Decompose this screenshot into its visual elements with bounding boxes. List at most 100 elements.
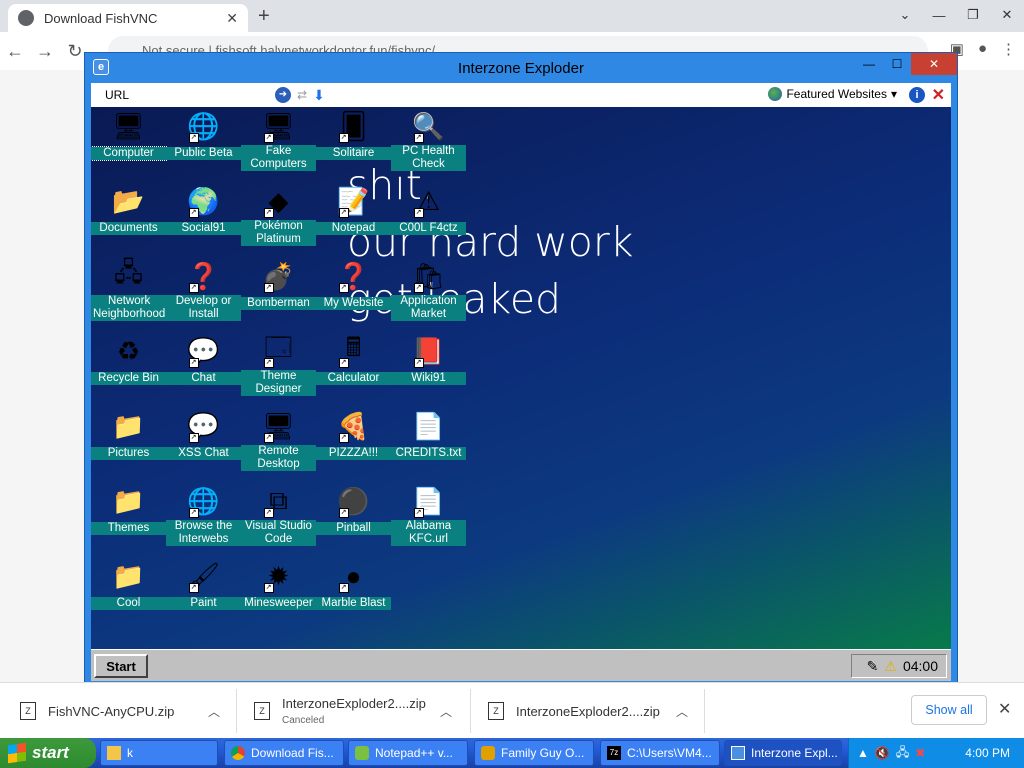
inner-start-button[interactable]: Start bbox=[94, 654, 148, 678]
task-folder[interactable]: k bbox=[100, 740, 218, 766]
desktop-icon-label: Fake Computers bbox=[241, 145, 316, 171]
network-icon[interactable]: 🖧 bbox=[896, 743, 909, 764]
shortcut-arrow-icon: ↗ bbox=[188, 508, 199, 518]
new-tab-button[interactable]: + bbox=[258, 5, 270, 28]
desktop-icon-label: Themes bbox=[91, 522, 166, 535]
url-input[interactable]: URL bbox=[105, 88, 275, 102]
desktop-icon-solitaire[interactable]: 🂠 ↗ Solitaire bbox=[316, 109, 391, 161]
desktop-icon-xss-chat[interactable]: 💬 ↗ XSS Chat bbox=[166, 409, 241, 461]
desktop-icon-credits-txt[interactable]: 📄 CREDITS.txt bbox=[391, 409, 466, 461]
desktop-icon-label: Chat bbox=[166, 372, 241, 385]
app-icon: 🍕 ↗ bbox=[337, 410, 370, 443]
desktop-icon-marble-blast[interactable]: ● ↗ Marble Blast bbox=[316, 559, 391, 611]
shortcut-arrow-icon: ↗ bbox=[188, 208, 199, 218]
menu-icon[interactable]: ⋮ bbox=[1001, 40, 1016, 58]
tab-search-button[interactable]: ⌄ bbox=[888, 0, 922, 30]
refresh-icon[interactable]: ⇄ bbox=[297, 88, 307, 102]
download-item[interactable]: Z InterzoneExploder2....zip ︿ bbox=[488, 683, 702, 739]
ie-close-button[interactable]: ✕ bbox=[911, 53, 957, 75]
task-notepadpp[interactable]: Notepad++ v... bbox=[348, 740, 468, 766]
volume-muted-icon[interactable]: 🔇 bbox=[875, 746, 890, 760]
desktop-icon-public-beta[interactable]: 🌐 ↗ Public Beta bbox=[166, 109, 241, 161]
desktop-icon-network-neighborhood[interactable]: 🖧 Network Neighborhood bbox=[91, 257, 168, 322]
desktop-icon-chat[interactable]: 💬 ↗ Chat bbox=[166, 334, 241, 386]
desktop-icon-pictures[interactable]: 📁 Pictures bbox=[91, 409, 166, 461]
browser-tab[interactable]: Download FishVNC ✕ bbox=[8, 4, 248, 32]
window-titlebar[interactable]: e Interzone Exploder — ☐ ✕ bbox=[85, 53, 957, 83]
desktop-icon-pc-health-check[interactable]: 🔍 ↗ PC Health Check bbox=[391, 109, 466, 172]
desktop-icon-notepad[interactable]: 📝 ↗ Notepad bbox=[316, 184, 391, 236]
ie-minimize-button[interactable]: — bbox=[855, 53, 883, 75]
close-window-button[interactable]: ✕ bbox=[990, 0, 1024, 30]
task-7zip[interactable]: 7z C:\Users\VM4... bbox=[600, 740, 720, 766]
desktop-icon-calculator[interactable]: 🖩 ↗ Calculator bbox=[316, 332, 391, 386]
desktop-icon-pizzza[interactable]: 🍕 ↗ PIZZZA!!! bbox=[316, 409, 391, 461]
back-button[interactable]: ← bbox=[0, 41, 30, 62]
featured-websites-dropdown[interactable]: Featured Websites ▾ bbox=[768, 87, 897, 101]
app-icon: 🌍 ↗ bbox=[187, 185, 220, 218]
desktop-icon-documents[interactable]: 📂 Documents bbox=[91, 184, 166, 236]
desktop-icon-pok-mon-platinum[interactable]: ◆ ↗ Pokémon Platinum bbox=[241, 184, 316, 247]
desktop-icon-recycle-bin[interactable]: ♻ Recycle Bin bbox=[91, 334, 166, 386]
profile-icon[interactable]: ● bbox=[978, 40, 987, 58]
task-family-guy[interactable]: Family Guy O... bbox=[474, 740, 594, 766]
download-item[interactable]: Z InterzoneExploder2....zip Canceled ︿ bbox=[254, 683, 466, 739]
warning-icon[interactable]: ⚠ bbox=[884, 658, 897, 675]
close-shelf-icon[interactable]: ✕ bbox=[998, 699, 1011, 719]
go-arrow-icon[interactable]: ➜ bbox=[275, 87, 291, 103]
chevron-up-icon[interactable]: ︿ bbox=[440, 703, 452, 720]
tray-expand-icon[interactable]: ▲ bbox=[857, 746, 869, 760]
download-item[interactable]: Z FishVNC-AnyCPU.zip ︿ bbox=[20, 683, 234, 739]
windows-flag-icon bbox=[8, 742, 26, 764]
desktop-icon-c00l-f4ctz[interactable]: ⚠ ↗ C00L F4ctz bbox=[391, 184, 466, 236]
app-icon: 🖥 ↗ bbox=[261, 410, 295, 443]
desktop-icon-fake-computers[interactable]: 🖥 ↗ Fake Computers bbox=[241, 109, 316, 172]
desktop-icon-cool[interactable]: 📁 Cool bbox=[91, 559, 166, 611]
desktop-icon-wiki91[interactable]: 📕 ↗ Wiki91 bbox=[391, 334, 466, 386]
desktop-icon-develop-or-install[interactable]: ❓ ↗ Develop or Install bbox=[166, 259, 241, 322]
app-icon: ◆ ↗ bbox=[262, 184, 296, 218]
app-icon: 🛍 ↗ bbox=[411, 260, 445, 293]
desktop-icon-label: Recycle Bin bbox=[91, 372, 166, 385]
desktop-icon-my-website[interactable]: ❓ ↗ My Website bbox=[316, 259, 391, 311]
task-chrome[interactable]: Download Fis... bbox=[224, 740, 344, 766]
chevron-up-icon[interactable]: ︿ bbox=[208, 703, 220, 720]
desktop-icon-visual-studio-code[interactable]: ⧉ ↗ Visual Studio Code bbox=[241, 484, 316, 547]
zip-file-icon: Z bbox=[20, 702, 36, 720]
restore-button[interactable]: ❐ bbox=[956, 0, 990, 30]
stop-icon[interactable]: ✕ bbox=[932, 85, 945, 105]
desktop-icon-theme-designer[interactable]: 🗔 ↗ Theme Designer bbox=[241, 332, 316, 397]
desktop-icon-remote-desktop[interactable]: 🖥 ↗ Remote Desktop bbox=[241, 409, 316, 472]
ie-maximize-button[interactable]: ☐ bbox=[883, 53, 911, 75]
download-arrow-icon[interactable]: ⬇ bbox=[313, 87, 325, 104]
shortcut-arrow-icon: ↗ bbox=[263, 358, 274, 368]
task-interzone[interactable]: Interzone Expl... bbox=[724, 740, 842, 766]
desktop-icon-browse-the-interwebs[interactable]: 🌐 ↗ Browse the Interwebs bbox=[166, 484, 241, 547]
desktop-icon-paint[interactable]: 🖌 ↗ Paint bbox=[166, 559, 241, 611]
desktop-icon-computer[interactable]: 🖥 Computer bbox=[91, 109, 167, 161]
desktop-icon-bomberman[interactable]: 💣 ↗ Bomberman bbox=[241, 259, 316, 311]
shortcut-arrow-icon: ↗ bbox=[338, 508, 349, 518]
desktop-icon-themes[interactable]: 📁 Themes bbox=[91, 484, 166, 536]
chevron-up-icon[interactable]: ︿ bbox=[676, 703, 688, 720]
desktop-icon-label: Develop or Install bbox=[166, 295, 241, 321]
divider bbox=[470, 689, 471, 733]
desktop-icon-label: Minesweeper bbox=[241, 597, 316, 610]
minimize-button[interactable]: — bbox=[922, 0, 956, 30]
desktop-icon-minesweeper[interactable]: ✹ ↗ Minesweeper bbox=[241, 559, 316, 611]
desktop-icon-alabama-kfc-url[interactable]: 📄 ↗ Alabama KFC.url bbox=[391, 484, 466, 547]
info-icon[interactable]: i bbox=[909, 87, 925, 103]
tab-close-icon[interactable]: ✕ bbox=[226, 10, 238, 27]
desktop-icon-social91[interactable]: 🌍 ↗ Social91 bbox=[166, 184, 241, 236]
forward-button[interactable]: → bbox=[30, 41, 60, 62]
desktop-icon-application-market[interactable]: 🛍 ↗ Application Market bbox=[391, 259, 466, 322]
show-all-button[interactable]: Show all bbox=[911, 695, 987, 725]
desktop-icon-pinball[interactable]: ⚫ ↗ Pinball bbox=[316, 484, 391, 536]
shortcut-arrow-icon: ↗ bbox=[413, 283, 424, 293]
app-icon: 💬 ↗ bbox=[187, 410, 220, 443]
app-icon: ● ↗ bbox=[337, 559, 371, 593]
divider bbox=[236, 689, 237, 733]
start-button[interactable]: start bbox=[0, 738, 96, 768]
network-error-icon[interactable]: ✖ bbox=[915, 746, 925, 760]
desktop-icon-label: My Website bbox=[316, 297, 391, 310]
